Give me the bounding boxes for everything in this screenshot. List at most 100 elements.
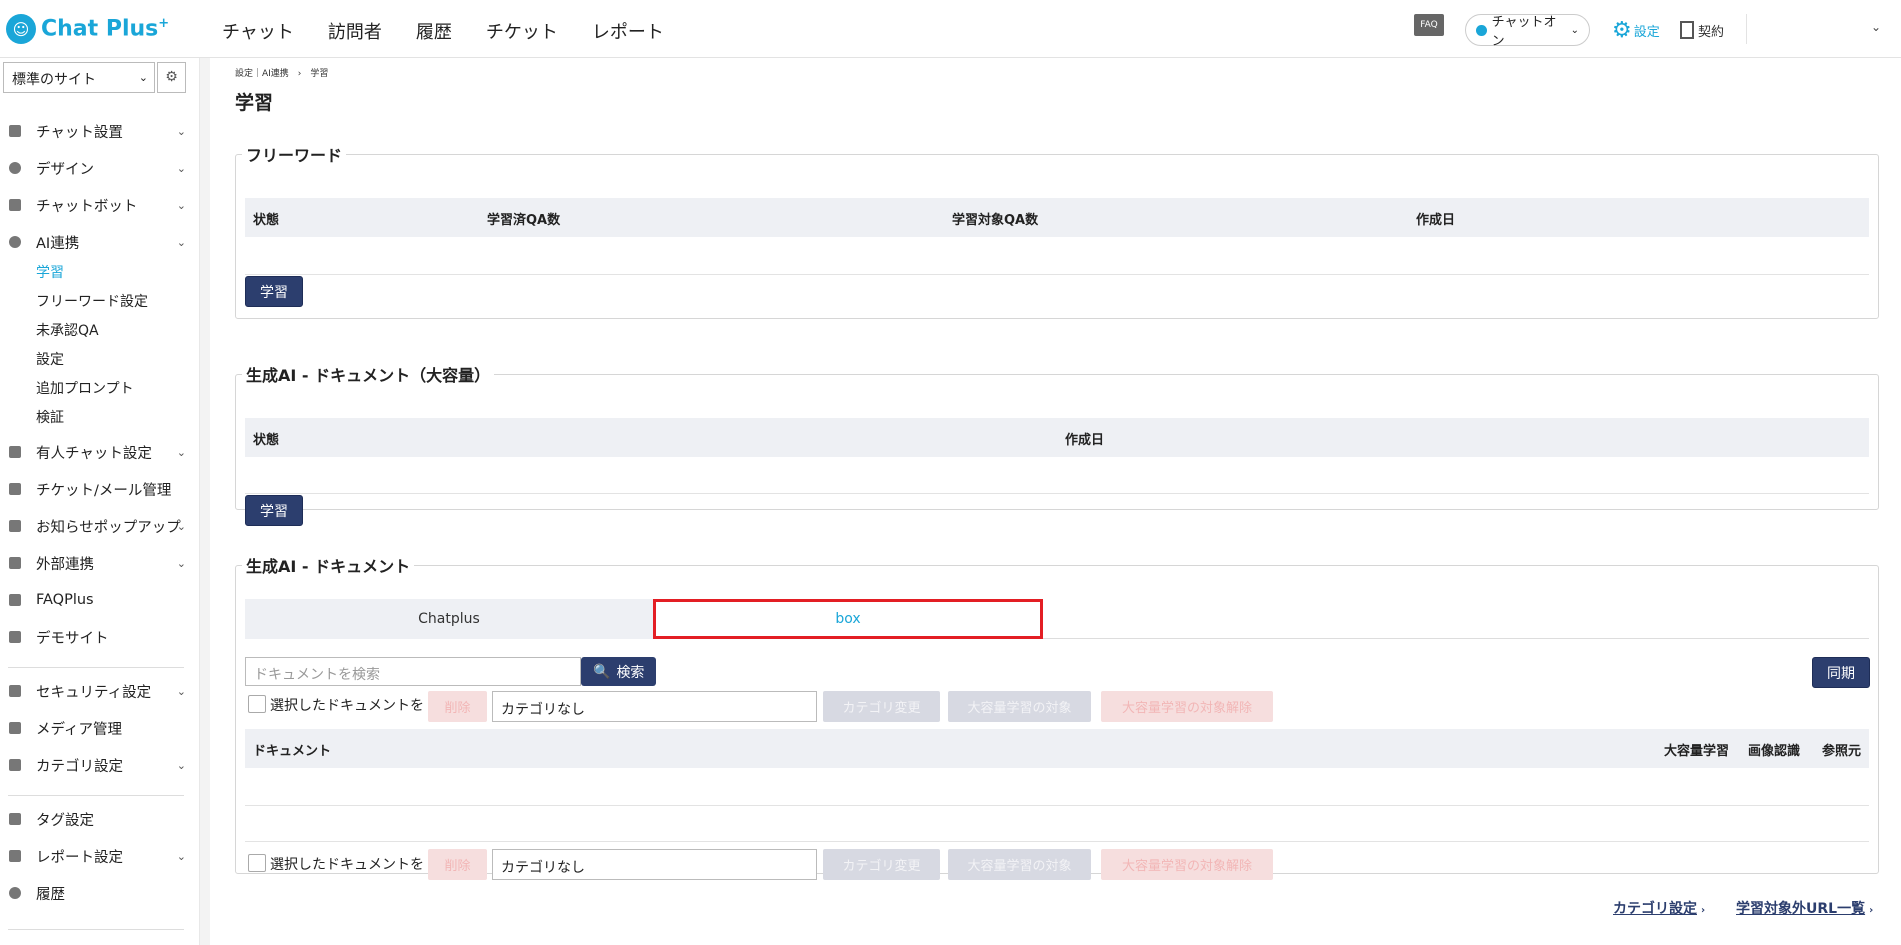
large-target-button-bottom[interactable]: 大容量学習の対象 xyxy=(948,849,1091,880)
sidebar-item-demo[interactable]: デモサイト xyxy=(0,625,196,649)
genai-doc-panel: 生成AI - ドキュメント Chatplus box ドキュメントを検索 🔍 検索… xyxy=(235,553,1879,880)
chevron-down-icon: ⌄ xyxy=(176,161,186,175)
tools-icon xyxy=(9,125,21,137)
chevron-down-icon: ⌄ xyxy=(176,445,186,459)
contract-link[interactable]: 契約 xyxy=(1680,14,1724,46)
freeword-table-header: 状態 学習済QA数 学習対象QA数 作成日 xyxy=(245,198,1869,237)
popup-icon xyxy=(9,520,21,532)
large-untarget-button[interactable]: 大容量学習の対象解除 xyxy=(1101,691,1273,722)
account-menu-chevron-icon[interactable]: ⌄ xyxy=(1871,20,1881,34)
chat-bubble-icon: ☺ xyxy=(6,14,36,44)
tag-icon xyxy=(9,813,21,825)
document-icon xyxy=(1680,21,1694,39)
category-change-button-bottom[interactable]: カテゴリ変更 xyxy=(823,849,940,880)
sidebar-item-popup[interactable]: お知らせポップアップ ⌄ xyxy=(0,514,196,538)
faq-icon[interactable]: FAQ xyxy=(1414,14,1444,36)
sidebar-sub-freeword[interactable]: フリーワード設定 xyxy=(36,291,148,311)
sidebar-item-security[interactable]: セキュリティ設定 ⌄ xyxy=(0,679,196,703)
sidebar-item-tags[interactable]: タグ設定 xyxy=(0,807,196,831)
delete-button[interactable]: 削除 xyxy=(428,691,487,722)
sidebar-item-category[interactable]: カテゴリ設定 ⌄ xyxy=(0,753,196,777)
sidebar: 標準のサイト ⌄ ⚙ チャット設置 ⌄ デザイン ⌄ チャットボット ⌄ AI連携 ⌄ … xyxy=(0,58,200,945)
table-row xyxy=(245,805,1869,806)
breadcrumb[interactable]: 設定｜AI連携 › 学習 xyxy=(235,66,328,79)
nav-chat[interactable]: チャット xyxy=(222,18,294,44)
chevron-down-icon: ⌄ xyxy=(176,556,186,570)
sidebar-sub-prompt[interactable]: 追加プロンプト xyxy=(36,378,134,398)
sidebar-sub-unapproved-qa[interactable]: 未承認QA xyxy=(36,320,99,340)
search-button[interactable]: 🔍 検索 xyxy=(581,657,657,686)
freeword-learn-button[interactable]: 学習 xyxy=(245,276,303,307)
chevron-down-icon: ⌄ xyxy=(176,124,186,138)
image-icon xyxy=(9,722,21,734)
large-untarget-button-bottom[interactable]: 大容量学習の対象解除 xyxy=(1101,849,1273,880)
gear-icon: ⚙ xyxy=(1612,17,1632,43)
sidebar-item-faqplus[interactable]: FAQPlus xyxy=(0,588,196,612)
page-title: 学習 xyxy=(235,92,274,114)
sidebar-sub-settings[interactable]: 設定 xyxy=(36,349,64,369)
ticket-icon xyxy=(9,483,21,495)
site-select[interactable]: 標準のサイト ⌄ xyxy=(3,62,155,93)
chatplus-logo[interactable]: ☺ Chat Plus+ xyxy=(6,14,169,44)
header-divider xyxy=(1746,14,1747,44)
chevron-down-icon: ⌄ xyxy=(176,198,186,212)
sidebar-item-manned-chat[interactable]: 有人チャット設定 ⌄ xyxy=(0,440,196,464)
excluded-url-list-link[interactable]: 学習対象外URL一覧 › xyxy=(1736,898,1873,918)
sidebar-item-ai[interactable]: AI連携 ⌄ xyxy=(0,230,196,254)
sidebar-item-chat-setup[interactable]: チャット設置 ⌄ xyxy=(0,119,196,143)
sync-button[interactable]: 同期 xyxy=(1812,657,1870,688)
nav-reports[interactable]: レポート xyxy=(592,18,664,44)
select-all-checkbox-bottom[interactable] xyxy=(248,854,266,872)
report-icon xyxy=(9,850,21,862)
sidebar-sub-learning[interactable]: 学習 xyxy=(36,262,64,282)
category-select[interactable]: カテゴリなし xyxy=(492,691,817,722)
settings-link[interactable]: ⚙ 設定 xyxy=(1612,14,1660,46)
genai-large-legend: 生成AI - ドキュメント（大容量） xyxy=(246,366,491,385)
category-change-button[interactable]: カテゴリ変更 xyxy=(823,691,940,722)
nav-history[interactable]: 履歴 xyxy=(416,18,452,44)
tab-box[interactable]: box xyxy=(653,599,1043,639)
sidebar-scrollbar[interactable] xyxy=(200,58,210,945)
sidebar-sub-verify[interactable]: 検証 xyxy=(36,407,64,427)
document-search-input[interactable]: ドキュメントを検索 xyxy=(245,657,581,686)
sidebar-item-chatbot[interactable]: チャットボット ⌄ xyxy=(0,193,196,217)
tab-chatplus[interactable]: Chatplus xyxy=(245,599,653,639)
top-header: ☺ Chat Plus+ チャット 訪問者 履歴 チケット レポート FAQ チ… xyxy=(0,0,1901,58)
brain-icon xyxy=(9,236,21,248)
status-dot-icon xyxy=(1476,24,1487,36)
select-all-checkbox[interactable] xyxy=(248,695,266,713)
nav-tickets[interactable]: チケット xyxy=(486,18,558,44)
sidebar-item-report-settings[interactable]: レポート設定 ⌄ xyxy=(0,844,196,868)
sidebar-divider xyxy=(8,795,184,796)
genai-large-panel: 生成AI - ドキュメント（大容量） 状態 作成日 学習 xyxy=(235,362,1879,526)
chat-status-toggle[interactable]: チャットオン ⌄ xyxy=(1465,14,1590,49)
selected-documents-label: 選択したドキュメントを xyxy=(270,857,424,873)
demo-icon xyxy=(9,631,21,643)
nav-visitors[interactable]: 訪問者 xyxy=(328,18,382,44)
lock-icon xyxy=(9,685,21,697)
selected-documents-label: 選択したドキュメントを xyxy=(270,698,424,714)
delete-button-bottom[interactable]: 削除 xyxy=(428,849,487,880)
large-target-button[interactable]: 大容量学習の対象 xyxy=(948,691,1091,722)
genai-large-learn-button[interactable]: 学習 xyxy=(245,495,303,526)
sidebar-item-external[interactable]: 外部連携 ⌄ xyxy=(0,551,196,575)
chevron-down-icon: ⌄ xyxy=(176,849,186,863)
chevron-down-icon: ⌄ xyxy=(176,235,186,249)
category-settings-link[interactable]: カテゴリ設定 › xyxy=(1613,898,1705,918)
site-settings-gear-icon[interactable]: ⚙ xyxy=(157,62,186,93)
sidebar-item-design[interactable]: デザイン ⌄ xyxy=(0,156,196,180)
sidebar-item-ticket-mail[interactable]: チケット/メール管理 xyxy=(0,477,196,501)
sidebar-item-media[interactable]: メディア管理 xyxy=(0,716,196,740)
folder-icon xyxy=(9,759,21,771)
chevron-right-icon: › xyxy=(1869,905,1874,916)
sidebar-divider xyxy=(8,667,184,668)
category-select-bottom[interactable]: カテゴリなし xyxy=(492,849,817,880)
share-icon xyxy=(9,557,21,569)
palette-icon xyxy=(9,162,21,174)
sidebar-divider xyxy=(8,929,184,930)
sidebar-item-history[interactable]: 履歴 xyxy=(0,881,196,905)
chatbot-icon xyxy=(9,199,21,211)
table-row xyxy=(245,841,1869,842)
shield-icon xyxy=(9,594,21,606)
freeword-legend: フリーワード xyxy=(246,146,343,165)
